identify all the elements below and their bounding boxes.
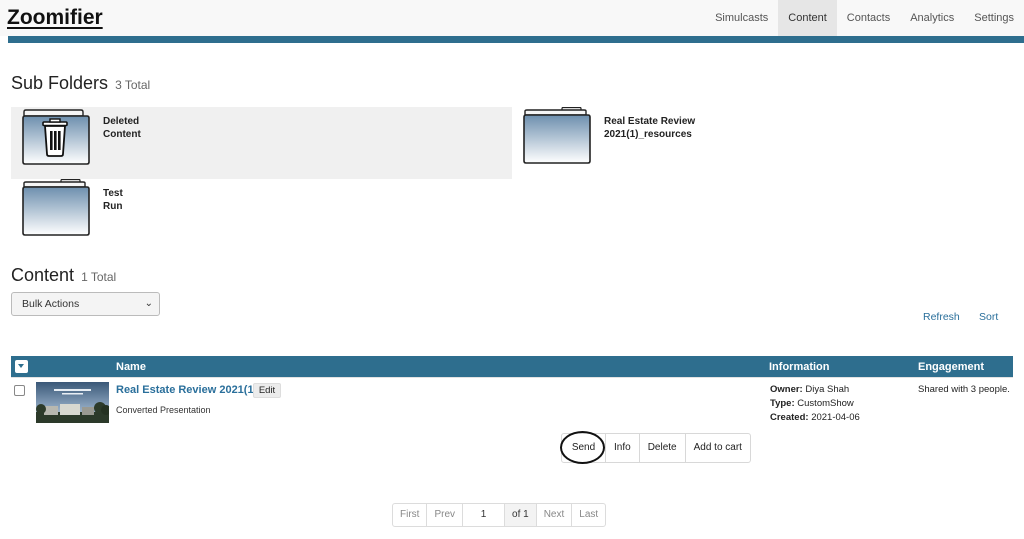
first-page-button[interactable]: First	[393, 504, 426, 526]
bulk-actions-select[interactable]: Bulk Actions ⌄	[11, 292, 160, 316]
chevron-down-icon: ⌄	[144, 298, 153, 309]
bulk-actions-label: Bulk Actions	[22, 298, 80, 310]
info-type: Type: CustomShow	[770, 398, 854, 409]
top-navbar: Zoomifier Simulcasts Content Contacts An…	[0, 0, 1024, 36]
refresh-link[interactable]: Refresh	[923, 311, 960, 323]
type-label: Type:	[770, 398, 795, 409]
folder-name-line1: Test	[103, 188, 123, 199]
presentation-thumbnail[interactable]	[36, 382, 109, 423]
edit-button[interactable]: Edit	[253, 383, 281, 398]
trash-folder-icon	[22, 109, 90, 165]
folder-real-estate-resources[interactable]: Real Estate Review 2021(1)_resources	[512, 107, 812, 179]
add-to-cart-button[interactable]: Add to cart	[684, 434, 750, 462]
content-subtitle: Converted Presentation	[116, 405, 211, 415]
folder-name: Real Estate Review 2021(1)_resources	[604, 115, 744, 141]
created-value: 2021-04-06	[811, 412, 860, 423]
divider	[11, 377, 1013, 378]
column-name[interactable]: Name	[116, 361, 146, 373]
prev-page-button[interactable]: Prev	[426, 504, 462, 526]
row-checkbox[interactable]	[14, 385, 25, 396]
sort-link[interactable]: Sort	[979, 311, 998, 323]
content-title-link[interactable]: Real Estate Review 2021(1)	[116, 384, 257, 396]
type-value: CustomShow	[797, 398, 854, 409]
folder-icon	[523, 107, 591, 164]
send-highlight-circle	[560, 431, 605, 464]
subfolders-heading: Sub Folders 3 Total	[11, 73, 150, 94]
content-title: Content	[11, 265, 75, 285]
nav-settings[interactable]: Settings	[964, 0, 1024, 36]
owner-label: Owner:	[770, 384, 803, 395]
folder-name-line1: Deleted	[103, 116, 140, 127]
engagement-text: Shared with 3 people.	[918, 384, 1010, 395]
content-table-header: Name Information Engagement	[11, 356, 1013, 377]
subfolders-count: 3 Total	[115, 78, 151, 92]
info-created: Created: 2021-04-06	[770, 412, 860, 423]
folder-name-line2: 2021(1)_resources	[604, 129, 692, 140]
folder-name: Test Run	[103, 187, 223, 213]
main-nav: Simulcasts Content Contacts Analytics Se…	[705, 0, 1024, 36]
last-page-button[interactable]: Last	[571, 504, 605, 526]
thumbnail-image	[36, 382, 109, 423]
nav-analytics[interactable]: Analytics	[900, 0, 964, 36]
page-total: of 1	[504, 504, 536, 526]
next-page-button[interactable]: Next	[535, 504, 572, 526]
column-engagement: Engagement	[918, 361, 985, 373]
folder-name-line1: Real Estate Review	[604, 116, 696, 127]
info-owner: Owner: Diya Shah	[770, 384, 849, 395]
owner-value: Diya Shah	[805, 384, 850, 395]
subfolders-title: Sub Folders	[11, 73, 109, 93]
nav-simulcasts[interactable]: Simulcasts	[705, 0, 778, 36]
app-logo[interactable]: Zoomifier	[7, 6, 103, 30]
pagination: First Prev 1 of 1 Next Last	[392, 503, 607, 527]
nav-contacts[interactable]: Contacts	[837, 0, 900, 36]
folder-name: Deleted Content	[103, 115, 223, 141]
folder-test-run[interactable]: Test Run	[11, 179, 311, 241]
column-information: Information	[769, 361, 830, 373]
delete-button[interactable]: Delete	[638, 434, 685, 462]
folder-icon	[22, 179, 90, 236]
content-heading: Content 1 Total	[11, 265, 116, 286]
folder-deleted-content[interactable]: Deleted Content	[11, 107, 512, 179]
content-count: 1 Total	[81, 270, 117, 284]
page-number-input[interactable]: 1	[462, 504, 505, 526]
select-all-dropdown-icon[interactable]	[15, 360, 28, 373]
folder-name-line2: Content	[103, 129, 141, 140]
info-button[interactable]: Info	[605, 434, 639, 462]
nav-content[interactable]: Content	[778, 0, 837, 36]
logo-text: Zoomifier	[7, 6, 103, 29]
folder-name-line2: Run	[103, 201, 123, 212]
created-label: Created:	[770, 412, 809, 423]
header-accent-bar	[8, 36, 1024, 43]
